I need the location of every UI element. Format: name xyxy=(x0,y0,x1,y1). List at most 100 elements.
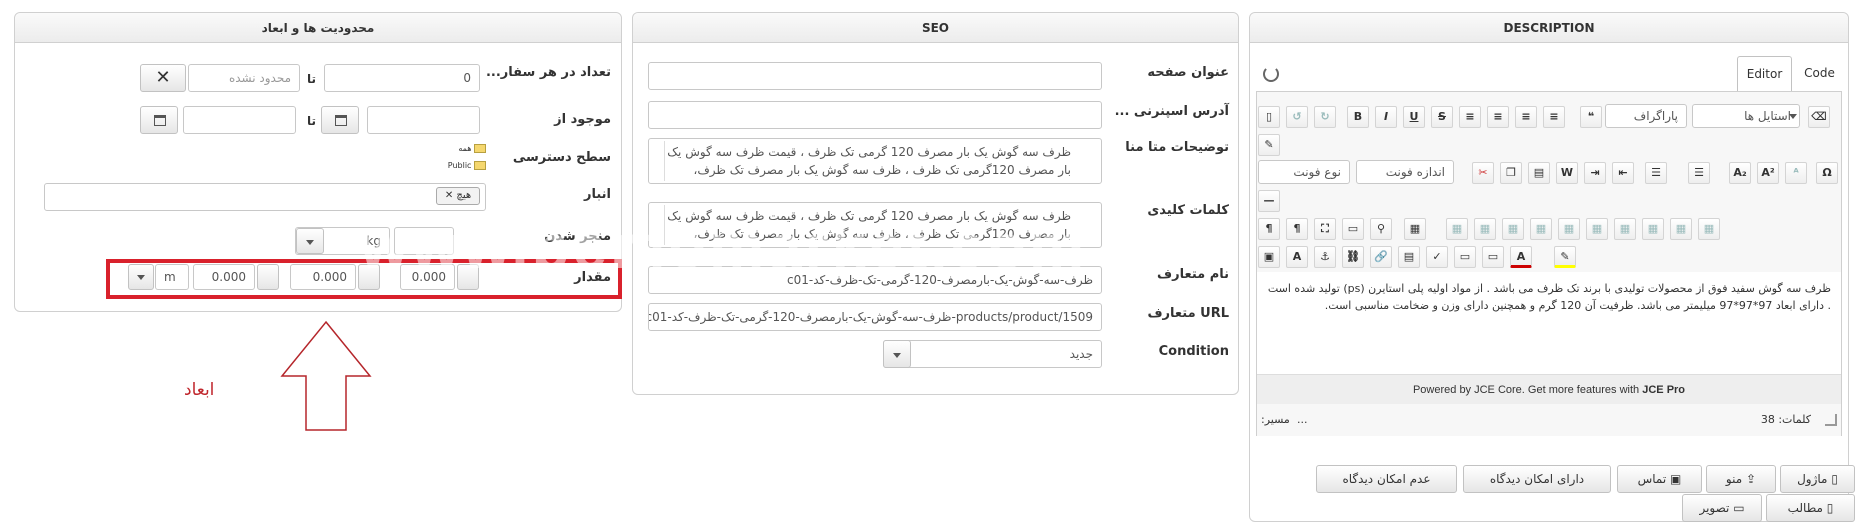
menu-button[interactable]: منو ⇪ xyxy=(1706,465,1776,493)
dimension-unit-select[interactable]: m xyxy=(155,264,189,290)
order-qty-input[interactable]: 0 xyxy=(324,64,480,92)
rtl-icon[interactable]: ¶ xyxy=(1286,218,1308,240)
tab-editor[interactable]: Editor xyxy=(1737,56,1792,92)
new-document-icon[interactable]: ▯ xyxy=(1258,106,1280,128)
unlink-icon[interactable]: ⛓ xyxy=(1342,246,1364,268)
remove-icon[interactable]: ✕ xyxy=(445,190,453,201)
access-tree-item-all[interactable]: همه xyxy=(400,144,486,161)
font-family-select[interactable]: نوع فونت xyxy=(1258,160,1350,184)
font-size-select[interactable]: اندازه فونت xyxy=(1356,160,1454,184)
omega-icon[interactable]: Ω xyxy=(1816,162,1838,184)
paste-icon[interactable]: ▤ xyxy=(1528,162,1550,184)
paragraph-select[interactable]: پاراگراف xyxy=(1605,104,1687,128)
dimension-input-2[interactable]: 0.000 xyxy=(290,264,356,290)
dimension-stepper-3[interactable] xyxy=(257,264,279,290)
spellcheck-icon[interactable]: ✓ xyxy=(1426,246,1448,268)
articles-button[interactable]: مطالب ▯ xyxy=(1766,494,1855,522)
condition-select[interactable]: جدید xyxy=(883,340,1102,368)
delete-col-icon[interactable]: ▦ xyxy=(1642,218,1664,240)
warehouse-tag[interactable]: ✕ هیچ xyxy=(436,187,480,205)
bold-icon[interactable]: B xyxy=(1347,106,1369,128)
indent-icon[interactable]: ⇥ xyxy=(1584,162,1606,184)
table-row-props-icon[interactable]: ▦ xyxy=(1446,218,1468,240)
text-color-icon[interactable]: ᴬ xyxy=(1785,162,1807,184)
copy-icon[interactable]: ❐ xyxy=(1500,162,1522,184)
row-after-icon[interactable]: ▦ xyxy=(1530,218,1552,240)
code-icon[interactable]: ▤ xyxy=(1398,246,1420,268)
form-input-icon[interactable]: ▭ xyxy=(1454,246,1476,268)
image-icon[interactable]: ▣ xyxy=(1258,246,1280,268)
contact-button[interactable]: تماس ▣ xyxy=(1617,465,1702,493)
font-color-icon[interactable]: A xyxy=(1510,246,1532,268)
resize-grip[interactable] xyxy=(651,141,665,181)
watermark: www.bemomarket.com xyxy=(360,213,1088,282)
delete-row-icon[interactable]: ▦ xyxy=(1558,218,1580,240)
redo-icon[interactable]: ↻ xyxy=(1314,106,1336,128)
link-icon[interactable]: 🔗 xyxy=(1370,246,1392,268)
alias-input[interactable] xyxy=(648,101,1102,129)
anchor-icon[interactable]: ⚓ xyxy=(1314,246,1336,268)
editor-content[interactable]: ظرف سه گوش سفید فوق از محصولات تولیدی با… xyxy=(1257,272,1841,374)
condition-dropdown-button[interactable] xyxy=(883,340,911,368)
superscript-icon[interactable]: A² xyxy=(1757,162,1779,184)
undo-icon[interactable]: ↺ xyxy=(1286,106,1308,128)
clear-button[interactable]: ✕ xyxy=(140,64,186,92)
canonical-url-label: URL متعارف xyxy=(1147,306,1229,321)
meta-description-textarea[interactable]: ظرف سه گوش یک بار مصرف 120 گرمی تک ظرف ،… xyxy=(648,138,1102,184)
enable-comments-button[interactable]: دارای امکان دیدگاه xyxy=(1463,465,1611,493)
align-right-icon[interactable]: ≡ xyxy=(1543,106,1565,128)
ltr-icon[interactable]: ¶ xyxy=(1258,218,1280,240)
horizontal-rule-icon[interactable]: — xyxy=(1258,190,1280,212)
italic-icon[interactable]: I xyxy=(1375,106,1397,128)
access-tree-item-public[interactable]: Public xyxy=(400,161,486,178)
form-textarea-icon[interactable]: ▭ xyxy=(1482,246,1504,268)
merge-cells-icon[interactable]: ▦ xyxy=(1698,218,1720,240)
paste-word-icon[interactable]: W xyxy=(1556,162,1578,184)
available-to-input[interactable] xyxy=(183,106,296,134)
underline-icon[interactable]: U xyxy=(1403,106,1425,128)
tab-code[interactable]: Code xyxy=(1797,56,1842,92)
subscript-icon[interactable]: A₂ xyxy=(1729,162,1751,184)
available-to-calendar-button[interactable] xyxy=(140,106,178,134)
strikethrough-icon[interactable]: S xyxy=(1431,106,1453,128)
resize-handle-icon[interactable] xyxy=(1825,414,1837,426)
align-left-icon[interactable]: ≡ xyxy=(1515,106,1537,128)
warehouse-input[interactable] xyxy=(44,183,486,211)
canonical-url-input[interactable]: products/product/1509-ظرف-سه-گوش-یک-بارم… xyxy=(648,303,1102,331)
blockquote-icon[interactable]: ❝ xyxy=(1580,106,1602,128)
page-title-input[interactable] xyxy=(648,62,1102,90)
unlimited-input[interactable]: محدود نشده xyxy=(188,64,300,92)
unordered-list-icon[interactable]: ☰ xyxy=(1688,162,1710,184)
word-count: کلمات: 38 xyxy=(1760,413,1811,426)
fullscreen-icon[interactable]: ⛶ xyxy=(1314,218,1336,240)
row-before-icon[interactable]: ▦ xyxy=(1502,218,1524,240)
col-before-icon[interactable]: ▦ xyxy=(1586,218,1608,240)
table-cell-props-icon[interactable]: ▦ xyxy=(1474,218,1496,240)
weight-unit-dropdown-button[interactable] xyxy=(296,228,324,254)
align-justify-icon[interactable]: ≡ xyxy=(1459,106,1481,128)
available-from-input[interactable] xyxy=(367,106,480,134)
eraser-icon[interactable]: ⌫ xyxy=(1808,106,1830,128)
styles-dropdown[interactable] xyxy=(1786,105,1800,127)
access-tree[interactable]: همه Public xyxy=(400,144,486,178)
ordered-list-icon[interactable]: ☰ xyxy=(1645,162,1667,184)
table-icon[interactable]: ▦ xyxy=(1404,218,1426,240)
dimension-input-3[interactable]: 0.000 xyxy=(193,264,255,290)
module-button[interactable]: ماژول ▯ xyxy=(1780,465,1855,493)
style-props-icon[interactable]: A xyxy=(1286,246,1308,268)
power-icon[interactable] xyxy=(1263,66,1279,82)
cut-icon[interactable]: ✂ xyxy=(1472,162,1494,184)
image-button[interactable]: تصویر ▭ xyxy=(1682,494,1762,522)
align-center-icon[interactable]: ≡ xyxy=(1487,106,1509,128)
outdent-icon[interactable]: ⇤ xyxy=(1612,162,1634,184)
find-icon[interactable]: ⚲ xyxy=(1370,218,1392,240)
split-cells-icon[interactable]: ▦ xyxy=(1670,218,1692,240)
brush-icon[interactable]: ✎ xyxy=(1258,134,1280,156)
disable-comments-button[interactable]: عدم امکان دیدگاه xyxy=(1316,465,1457,493)
available-from-calendar-button[interactable] xyxy=(321,106,359,134)
preview-icon[interactable]: ▭ xyxy=(1342,218,1364,240)
col-after-icon[interactable]: ▦ xyxy=(1614,218,1636,240)
dimension-unit-dropdown-button[interactable] xyxy=(128,264,154,290)
highlight-color-icon[interactable]: ✎ xyxy=(1554,246,1576,268)
styles-select[interactable]: استایل ها xyxy=(1692,104,1800,128)
